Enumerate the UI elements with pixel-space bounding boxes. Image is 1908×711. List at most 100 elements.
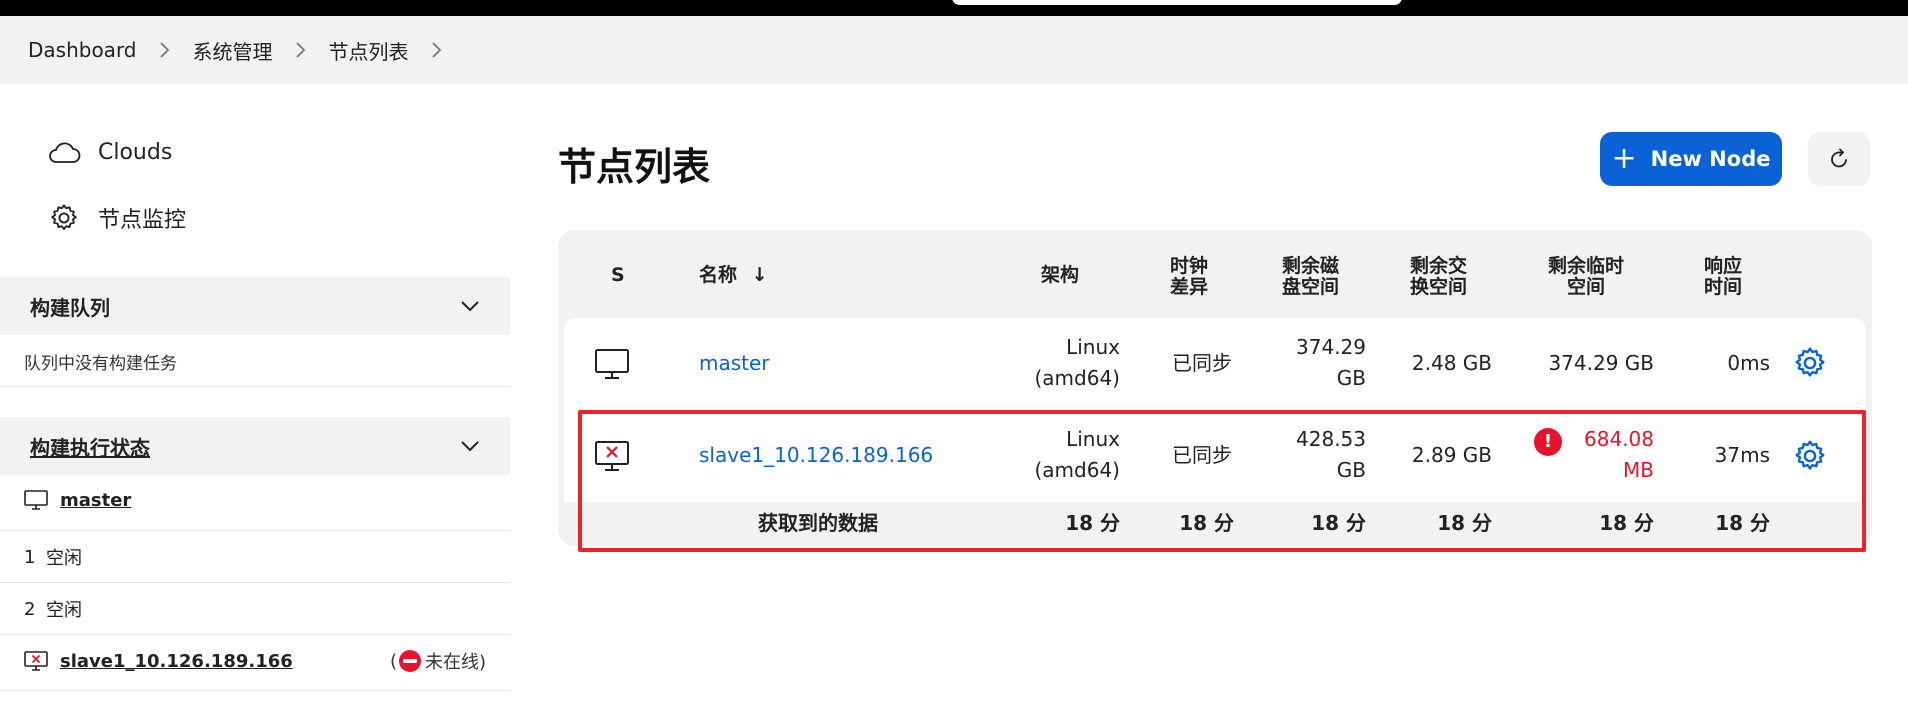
offline-text: 未在线): [424, 652, 486, 673]
plus-icon: +: [1611, 141, 1637, 176]
chevron-down-icon: [461, 441, 479, 452]
header-line: 剩余磁: [1282, 255, 1340, 277]
executor-node-slave: slave1_10.126.189.166 ( 未在线): [0, 648, 510, 674]
column-header-name-label: 名称: [699, 264, 738, 286]
divider: [0, 386, 510, 387]
cell-line: 428.53: [1296, 427, 1366, 451]
executor-node-master: master: [0, 488, 510, 512]
cell-swap: 2.89 GB: [1411, 443, 1492, 467]
cell-response: 37ms: [1714, 443, 1770, 467]
cell-line: (amd64): [1034, 458, 1121, 482]
sidebar-item-clouds[interactable]: Clouds: [46, 134, 172, 170]
new-node-label: New Node: [1650, 147, 1771, 171]
breadcrumb: Dashboard 系统管理 节点列表: [0, 16, 1908, 84]
refresh-button[interactable]: [1808, 132, 1870, 186]
footer-disk: 18 分: [1311, 511, 1366, 535]
column-header-response[interactable]: 响应 时间: [1704, 256, 1742, 298]
cell-line: Linux: [1066, 335, 1120, 359]
header-line: 响应: [1704, 255, 1743, 277]
footer-clock: 18 分: [1179, 511, 1234, 535]
build-queue-empty-text: 队列中没有构建任务: [24, 354, 177, 374]
chevron-right-icon: [137, 41, 193, 59]
footer-swap: 18 分: [1437, 511, 1492, 535]
cell-arch: Linux (amd64): [1030, 424, 1121, 486]
warning-icon: !: [1534, 428, 1562, 456]
footer-response: 18 分: [1715, 511, 1770, 535]
header-line: 剩余交: [1410, 255, 1468, 277]
column-header-clock[interactable]: 时钟 差异: [1170, 256, 1208, 298]
node-link-slave[interactable]: slave1_10.126.189.166: [699, 440, 933, 471]
cell-arch: Linux (amd64): [1030, 332, 1121, 394]
cell-temp-space: 684.08 MB: [1570, 424, 1654, 486]
cloud-icon: [46, 134, 82, 170]
page-title: 节点列表: [558, 145, 711, 189]
cell-line: 374.29: [1296, 335, 1366, 359]
cell-clock: 已同步: [1172, 351, 1232, 375]
search-bar[interactable]: [952, 0, 1402, 5]
executor-status-title[interactable]: 构建执行状态: [30, 432, 150, 461]
executor-node-link[interactable]: slave1_10.126.189.166: [60, 651, 293, 672]
computer-offline-icon: [24, 651, 48, 671]
header-line: 时钟: [1170, 255, 1209, 277]
divider: [0, 530, 510, 531]
chevron-down-icon: [461, 301, 479, 312]
header-line: 差异: [1170, 276, 1209, 298]
gear-icon[interactable]: [1792, 345, 1828, 381]
gear-icon[interactable]: [1792, 438, 1828, 474]
cell-temp-space: 374.29 GB: [1548, 351, 1654, 375]
computer-icon: [595, 349, 629, 379]
footer-label: 获取到的数据: [758, 511, 878, 535]
cell-line: MB: [1623, 458, 1654, 482]
cell-line: GB: [1336, 458, 1366, 482]
offline-paren: (: [389, 650, 397, 672]
no-entry-icon: [398, 650, 421, 672]
column-header-temp-space[interactable]: 剩余临时 空间: [1542, 256, 1630, 298]
cell-line: Linux: [1066, 427, 1120, 451]
header-line: 空间: [1566, 276, 1605, 298]
footer-arch: 18 分: [1065, 511, 1120, 535]
cell-line: 684.08: [1584, 427, 1654, 451]
executor-status-header[interactable]: 构建执行状态: [0, 417, 510, 475]
executor-state: 空闲: [46, 600, 82, 621]
column-header-swap[interactable]: 剩余交 换空间: [1410, 256, 1467, 298]
node-link-master[interactable]: master: [699, 348, 770, 379]
sidebar-item-label: Clouds: [98, 139, 173, 165]
column-header-disk[interactable]: 剩余磁 盘空间: [1282, 256, 1339, 298]
cell-response: 0ms: [1727, 351, 1770, 375]
footer-temp-space: 18 分: [1599, 511, 1654, 535]
executor-number: 2: [24, 598, 36, 620]
column-header-arch[interactable]: 架构: [1041, 265, 1079, 286]
cell-disk: 428.53 GB: [1250, 424, 1366, 486]
executor-number: 1: [24, 546, 36, 568]
offline-status: ( 未在线): [390, 648, 486, 674]
executor-slot: 1 空闲: [0, 545, 510, 570]
column-header-name[interactable]: 名称 ↓: [699, 265, 768, 286]
computer-offline-icon: [595, 441, 629, 471]
breadcrumb-dashboard[interactable]: Dashboard: [28, 38, 137, 62]
chevron-right-icon[interactable]: [409, 41, 465, 59]
header-line: 盘空间: [1282, 276, 1340, 298]
build-queue-header[interactable]: 构建队列: [0, 277, 510, 335]
computer-icon: [24, 490, 48, 510]
divider: [0, 582, 510, 583]
refresh-icon: [1831, 148, 1847, 168]
header-line: 换空间: [1410, 276, 1468, 298]
cell-swap: 2.48 GB: [1411, 351, 1492, 375]
breadcrumb-node-list[interactable]: 节点列表: [329, 36, 409, 65]
column-header-status[interactable]: S: [611, 265, 625, 286]
executor-slot: 2 空闲: [0, 597, 510, 622]
sort-down-arrow-icon: ↓: [751, 264, 768, 286]
cell-disk: 374.29 GB: [1250, 332, 1366, 394]
header-line: 时间: [1704, 276, 1743, 298]
executor-node-link[interactable]: master: [60, 490, 131, 511]
breadcrumb-system-management[interactable]: 系统管理: [193, 36, 273, 65]
sidebar-item-label: 节点监控: [98, 208, 187, 233]
build-queue-title: 构建队列: [30, 295, 110, 320]
cell-clock: 已同步: [1172, 443, 1232, 467]
sidebar-item-node-monitor[interactable]: 节点监控: [46, 200, 186, 236]
chevron-right-icon: [273, 41, 329, 59]
top-header-bar: [0, 0, 1908, 16]
header-line: 剩余临时: [1547, 255, 1624, 277]
new-node-button[interactable]: + New Node: [1600, 132, 1782, 186]
cell-line: (amd64): [1034, 366, 1121, 390]
